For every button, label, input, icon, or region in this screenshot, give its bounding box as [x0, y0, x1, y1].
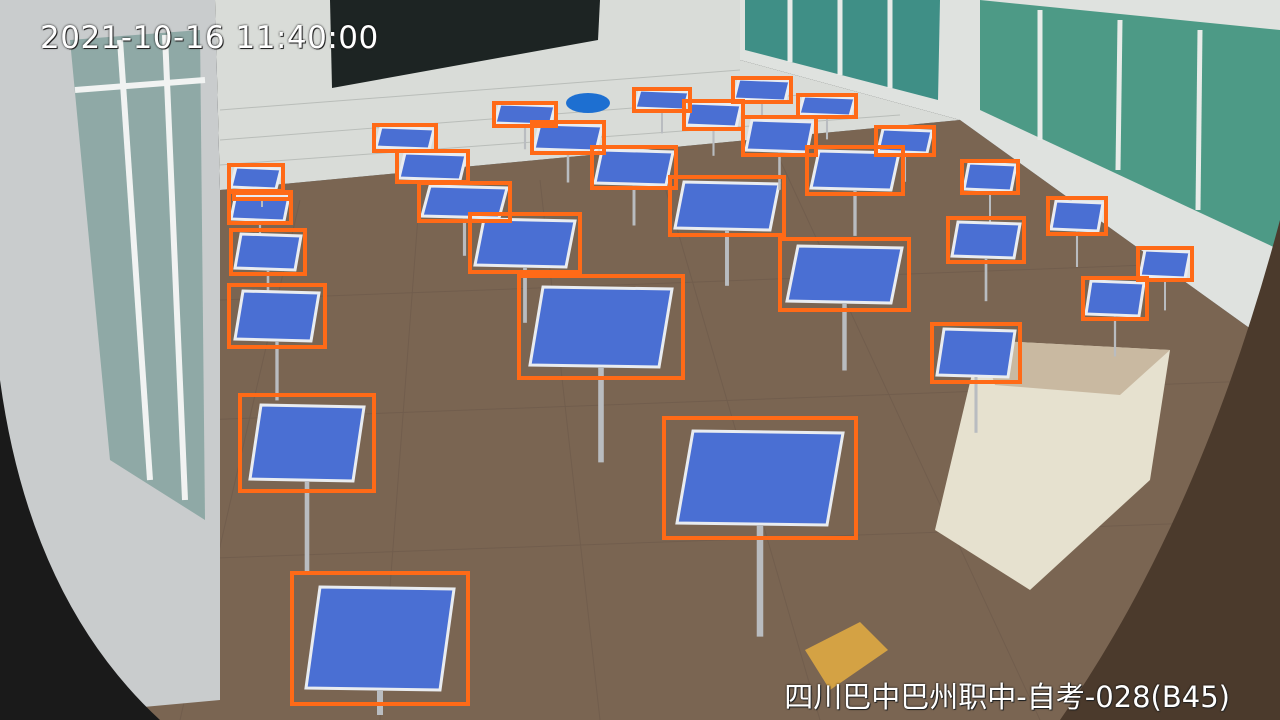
detection-box-desk	[960, 159, 1020, 195]
detection-box-desk	[874, 125, 936, 157]
detection-box-desk	[232, 191, 292, 201]
detection-box-desk	[227, 283, 327, 349]
detection-box-desk	[662, 416, 858, 540]
detection-box-desk	[468, 212, 582, 274]
detection-box-desk	[290, 571, 470, 706]
timestamp-overlay: 2021-10-16 11:40:00	[40, 20, 379, 56]
detection-box-desk	[227, 163, 285, 193]
detection-box-desk	[930, 322, 1022, 384]
detection-box-desk	[229, 228, 307, 276]
detection-box-desk	[1046, 196, 1108, 236]
detection-box-desk	[668, 175, 786, 237]
blue-bucket	[566, 93, 610, 113]
detection-box-desk	[946, 216, 1026, 264]
detection-box-desk	[590, 145, 678, 190]
detection-box-desk	[731, 76, 793, 104]
detection-box-desk	[238, 393, 376, 493]
detection-box-desk	[1081, 276, 1149, 321]
camera-label-overlay: 四川巴中巴州职中-自考-028(B45)	[784, 680, 1230, 714]
detection-box-desk	[517, 274, 685, 380]
detection-box-desk	[778, 237, 911, 312]
detection-box-desk	[796, 93, 858, 119]
detection-box-desk	[395, 149, 470, 184]
camera-frame: 2021-10-16 11:40:00 四川巴中巴州职中-自考-028(B45)	[0, 0, 1280, 720]
